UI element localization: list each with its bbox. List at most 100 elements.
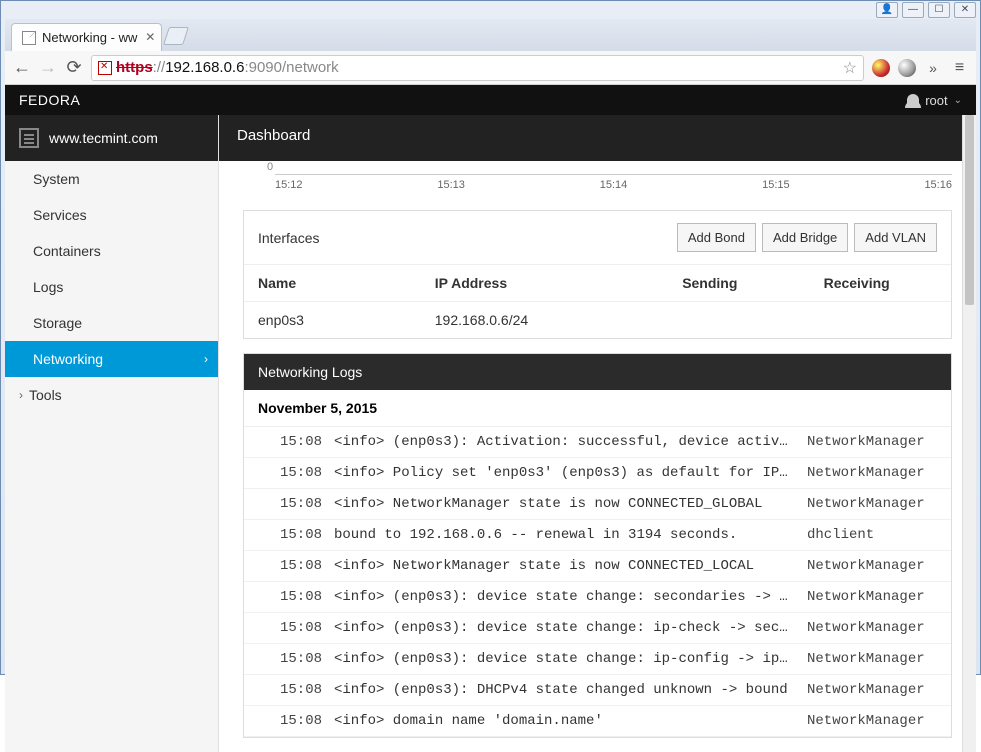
sidebar-item-label: Networking xyxy=(33,351,103,367)
overflow-icon[interactable]: » xyxy=(924,59,942,77)
log-message: <info> (enp0s3): DHCPv4 state changed un… xyxy=(334,682,807,698)
chart-x-tick: 15:12 xyxy=(275,179,303,191)
app-root: FEDORA root ⌄ www.tecmint.com System Ser… xyxy=(5,85,976,752)
browser-tabbar: Networking - ww ✕ xyxy=(5,19,976,51)
cell-receiving xyxy=(810,302,951,339)
forward-button[interactable]: → xyxy=(39,59,57,77)
log-time: 15:08 xyxy=(258,589,334,605)
log-source: NetworkManager xyxy=(807,496,937,512)
interfaces-table: Name IP Address Sending Receiving enp0s3… xyxy=(244,264,951,338)
browser-chrome: Networking - ww ✕ ← → ⟳ https://192.168.… xyxy=(5,19,976,752)
log-time: 15:08 xyxy=(258,496,334,512)
interfaces-title: Interfaces xyxy=(258,230,319,246)
bookmark-star-icon[interactable]: ☆ xyxy=(843,58,857,78)
sidebar-item-system[interactable]: System xyxy=(5,161,218,197)
window-minimize-button[interactable]: — xyxy=(902,2,924,18)
sidebar-item-label: System xyxy=(33,171,80,187)
logs-date: November 5, 2015 xyxy=(244,390,951,427)
traffic-chart: 0 15:1215:1315:1415:1515:16 xyxy=(219,161,976,196)
url-rest: :9090/network xyxy=(244,59,338,76)
brand-label: FEDORA xyxy=(19,92,80,108)
browser-tab[interactable]: Networking - ww ✕ xyxy=(11,23,162,51)
extension-icon-2[interactable] xyxy=(898,59,916,77)
log-message: <info> domain name 'domain.name' xyxy=(334,713,807,729)
log-time: 15:08 xyxy=(258,465,334,481)
sidebar-item-storage[interactable]: Storage xyxy=(5,305,218,341)
log-row[interactable]: 15:08<info> domain name 'domain.name'Net… xyxy=(244,706,951,737)
new-tab-button[interactable] xyxy=(163,27,189,45)
log-message: <info> (enp0s3): device state change: se… xyxy=(334,589,807,605)
sidebar-item-tools[interactable]: › Tools xyxy=(5,377,218,413)
add-vlan-button[interactable]: Add VLAN xyxy=(854,223,937,252)
window-maximize-button[interactable]: ☐ xyxy=(928,2,950,18)
url-field[interactable]: https://192.168.0.6:9090/network ☆ xyxy=(91,55,864,81)
sidebar-item-label: Storage xyxy=(33,315,82,331)
chart-y-zero-label: 0 xyxy=(267,161,273,173)
log-time: 15:08 xyxy=(258,682,334,698)
logs-list: 15:08<info> (enp0s3): Activation: succes… xyxy=(244,427,951,737)
log-message: <info> (enp0s3): Activation: successful,… xyxy=(334,434,807,450)
interfaces-panel: Interfaces Add Bond Add Bridge Add VLAN … xyxy=(243,210,952,339)
browser-tab-title: Networking - ww xyxy=(42,30,137,45)
logs-title: Networking Logs xyxy=(244,354,951,390)
scrollbar-thumb[interactable] xyxy=(965,115,974,305)
window-titlebar: 👤 — ☐ ✕ xyxy=(1,1,980,19)
log-message: <info> NetworkManager state is now CONNE… xyxy=(334,558,807,574)
add-bridge-button[interactable]: Add Bridge xyxy=(762,223,848,252)
log-message: bound to 192.168.0.6 -- renewal in 3194 … xyxy=(334,527,807,543)
scrollbar[interactable] xyxy=(962,115,976,752)
sidebar-item-label: Services xyxy=(33,207,87,223)
sidebar-item-networking[interactable]: Networking › xyxy=(5,341,218,377)
add-bond-button[interactable]: Add Bond xyxy=(677,223,756,252)
tab-close-icon[interactable]: ✕ xyxy=(145,30,155,44)
user-icon xyxy=(907,94,919,106)
cell-name: enp0s3 xyxy=(244,302,421,339)
log-source: NetworkManager xyxy=(807,620,937,636)
url-scheme: https xyxy=(116,59,153,76)
log-row[interactable]: 15:08<info> (enp0s3): device state chang… xyxy=(244,582,951,613)
reload-button[interactable]: ⟳ xyxy=(65,59,83,77)
col-receiving: Receiving xyxy=(810,265,951,302)
chart-x-axis xyxy=(275,174,952,175)
window-user-icon[interactable]: 👤 xyxy=(876,2,898,18)
log-time: 15:08 xyxy=(258,527,334,543)
extension-icon-1[interactable] xyxy=(872,59,890,77)
log-time: 15:08 xyxy=(258,434,334,450)
col-name: Name xyxy=(244,265,421,302)
chevron-right-icon: › xyxy=(19,388,23,402)
sidebar-item-services[interactable]: Services xyxy=(5,197,218,233)
user-menu[interactable]: root ⌄ xyxy=(907,93,962,108)
sidebar-item-label: Tools xyxy=(29,387,62,403)
log-row[interactable]: 15:08<info> (enp0s3): DHCPv4 state chang… xyxy=(244,675,951,706)
sidebar-host-header[interactable]: www.tecmint.com xyxy=(5,115,218,161)
ssl-warning-icon[interactable] xyxy=(98,61,112,75)
sidebar: www.tecmint.com System Services Containe… xyxy=(5,115,219,752)
url-host: 192.168.0.6 xyxy=(165,59,244,76)
log-message: <info> (enp0s3): device state change: ip… xyxy=(334,651,807,667)
log-source: NetworkManager xyxy=(807,589,937,605)
window-close-button[interactable]: ✕ xyxy=(954,2,976,18)
log-row[interactable]: 15:08<info> (enp0s3): device state chang… xyxy=(244,613,951,644)
back-button[interactable]: ← xyxy=(13,59,31,77)
log-row[interactable]: 15:08<info> (enp0s3): device state chang… xyxy=(244,644,951,675)
log-source: NetworkManager xyxy=(807,713,937,729)
log-message: <info> (enp0s3): device state change: ip… xyxy=(334,620,807,636)
log-time: 15:08 xyxy=(258,713,334,729)
chevron-right-icon: › xyxy=(204,352,208,366)
log-row[interactable]: 15:08<info> NetworkManager state is now … xyxy=(244,489,951,520)
log-row[interactable]: 15:08<info> NetworkManager state is now … xyxy=(244,551,951,582)
chrome-menu-icon[interactable]: ≡ xyxy=(950,59,968,77)
sidebar-item-logs[interactable]: Logs xyxy=(5,269,218,305)
cell-sending xyxy=(668,302,809,339)
log-time: 15:08 xyxy=(258,651,334,667)
table-row[interactable]: enp0s3192.168.0.6/24 xyxy=(244,302,951,339)
log-message: <info> NetworkManager state is now CONNE… xyxy=(334,496,807,512)
chart-x-tick: 15:13 xyxy=(437,179,465,191)
sidebar-item-containers[interactable]: Containers xyxy=(5,233,218,269)
url-scheme-sep: :// xyxy=(153,59,166,76)
log-row[interactable]: 15:08<info> (enp0s3): Activation: succes… xyxy=(244,427,951,458)
log-row[interactable]: 15:08<info> Policy set 'enp0s3' (enp0s3)… xyxy=(244,458,951,489)
main-content: Dashboard 0 15:1215:1315:1415:1515:16 In… xyxy=(219,115,976,752)
sidebar-item-label: Logs xyxy=(33,279,63,295)
log-row[interactable]: 15:08bound to 192.168.0.6 -- renewal in … xyxy=(244,520,951,551)
